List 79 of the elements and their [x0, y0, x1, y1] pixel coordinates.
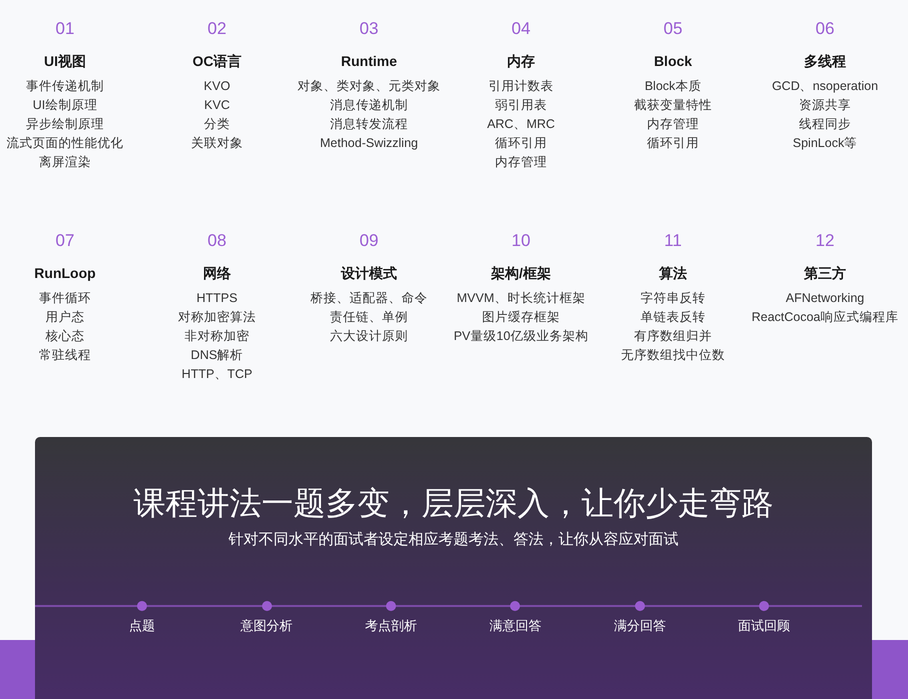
topic-item: 六大设计原则	[330, 328, 408, 345]
topic-title: 网络	[203, 264, 231, 283]
topic-item: 消息传递机制	[330, 97, 408, 114]
topic-item: 桥接、适配器、命令	[310, 290, 428, 307]
topic-item: 内存管理	[647, 116, 699, 133]
topic-item: 事件传递机制	[26, 78, 104, 95]
topic-item: 流式页面的性能优化	[6, 135, 124, 152]
banner-subtitle: 针对不同水平的面试者设定相应考题考法、答法，让你从容应对面试	[228, 530, 678, 550]
topic-item: Method-Swizzling	[320, 135, 418, 152]
topic-title: 第三方	[804, 264, 846, 283]
topic-item: 离屏渲染	[39, 154, 91, 171]
topic-item: 消息转发流程	[330, 116, 408, 133]
topic-item: 资源共享	[798, 97, 851, 114]
topic-item: 弱引用表	[494, 97, 547, 114]
topic-item: GCD、nsoperation	[772, 78, 878, 95]
topic-item: 对称加密算法	[178, 309, 256, 326]
topic-title: OC语言	[192, 52, 242, 71]
topic-item: UI绘制原理	[32, 97, 98, 114]
topic-item: 用户态	[46, 309, 84, 326]
step-label: 面试回顾	[738, 617, 790, 635]
step-label: 考点剖析	[364, 617, 417, 635]
topic-item: MVVM、时长统计框架	[456, 290, 586, 307]
topic-item: 事件循环	[39, 290, 91, 307]
topic-title: 内存	[507, 52, 535, 71]
topic-number: 06	[816, 18, 834, 40]
topic-item: 对象、类对象、元类对象	[298, 78, 440, 95]
topic-number: 11	[664, 230, 682, 252]
topic-item: 非对称加密	[184, 328, 250, 345]
topic-number: 08	[208, 230, 226, 252]
topic-item: 引用计数表	[488, 78, 554, 95]
topic-item: 核心态	[46, 328, 84, 345]
topic-title: RunLoop	[34, 264, 96, 283]
topic-item: 字符串反转	[640, 290, 706, 307]
topic-item: 关联对象	[191, 135, 243, 152]
topic-title: 设计模式	[341, 264, 397, 283]
topic-title: 多线程	[804, 52, 846, 71]
topic-item: AFNetworking	[786, 290, 864, 307]
topic-number: 10	[512, 230, 530, 252]
topic-item: 内存管理	[494, 154, 547, 171]
topic-item: Block本质	[644, 78, 702, 95]
topic-item: 循环引用	[494, 135, 547, 152]
topic-title: Block	[654, 52, 692, 71]
topic-number: 09	[360, 230, 378, 252]
banner-title: 课程讲法一题多变，层层深入，让你少走弯路	[134, 484, 774, 523]
topic-number: 03	[360, 18, 378, 40]
topic-item: SpinLock等	[792, 135, 858, 152]
topic-title: Runtime	[341, 52, 397, 71]
step-label: 点题	[129, 617, 156, 635]
topic-item: HTTP、TCP	[182, 366, 252, 383]
topic-item: 截获变量特性	[634, 97, 712, 114]
topic-item: 责任链、单例	[330, 309, 408, 326]
topic-number: 02	[208, 18, 226, 40]
topic-item: 无序数组找中位数	[621, 347, 725, 364]
topic-item: HTTPS	[196, 290, 238, 307]
topic-item: 常驻线程	[39, 347, 91, 364]
step-label: 满意回答	[489, 617, 542, 635]
topic-number: 12	[816, 230, 834, 252]
topic-title: 算法	[659, 264, 687, 283]
step-label: 满分回答	[614, 617, 666, 635]
topic-item: DNS解析	[190, 347, 244, 364]
topic-item: 循环引用	[647, 135, 699, 152]
topic-item: ReactCocoa响应式编程库	[752, 309, 898, 326]
topic-item: 异步绘制原理	[26, 116, 104, 133]
topic-item: KVO	[204, 78, 230, 95]
step-label: 意图分析	[240, 617, 293, 635]
topic-item: 单链表反转	[640, 309, 706, 326]
topic-item: 图片缓存框架	[482, 309, 560, 326]
topic-item: 线程同步	[798, 116, 851, 133]
topic-item: KVC	[204, 97, 230, 114]
topic-number: 07	[56, 230, 74, 252]
topic-item: PV量级10亿级业务架构	[454, 328, 588, 345]
topic-number: 01	[56, 18, 74, 40]
topic-item: ARC、MRC	[487, 116, 555, 133]
topic-number: 04	[512, 18, 530, 40]
topic-number: 05	[664, 18, 682, 40]
topic-title: 架构/框架	[491, 264, 551, 283]
topic-title: UI视图	[44, 52, 86, 71]
topic-item: 有序数组归并	[634, 328, 712, 345]
topic-item: 分类	[204, 116, 230, 133]
